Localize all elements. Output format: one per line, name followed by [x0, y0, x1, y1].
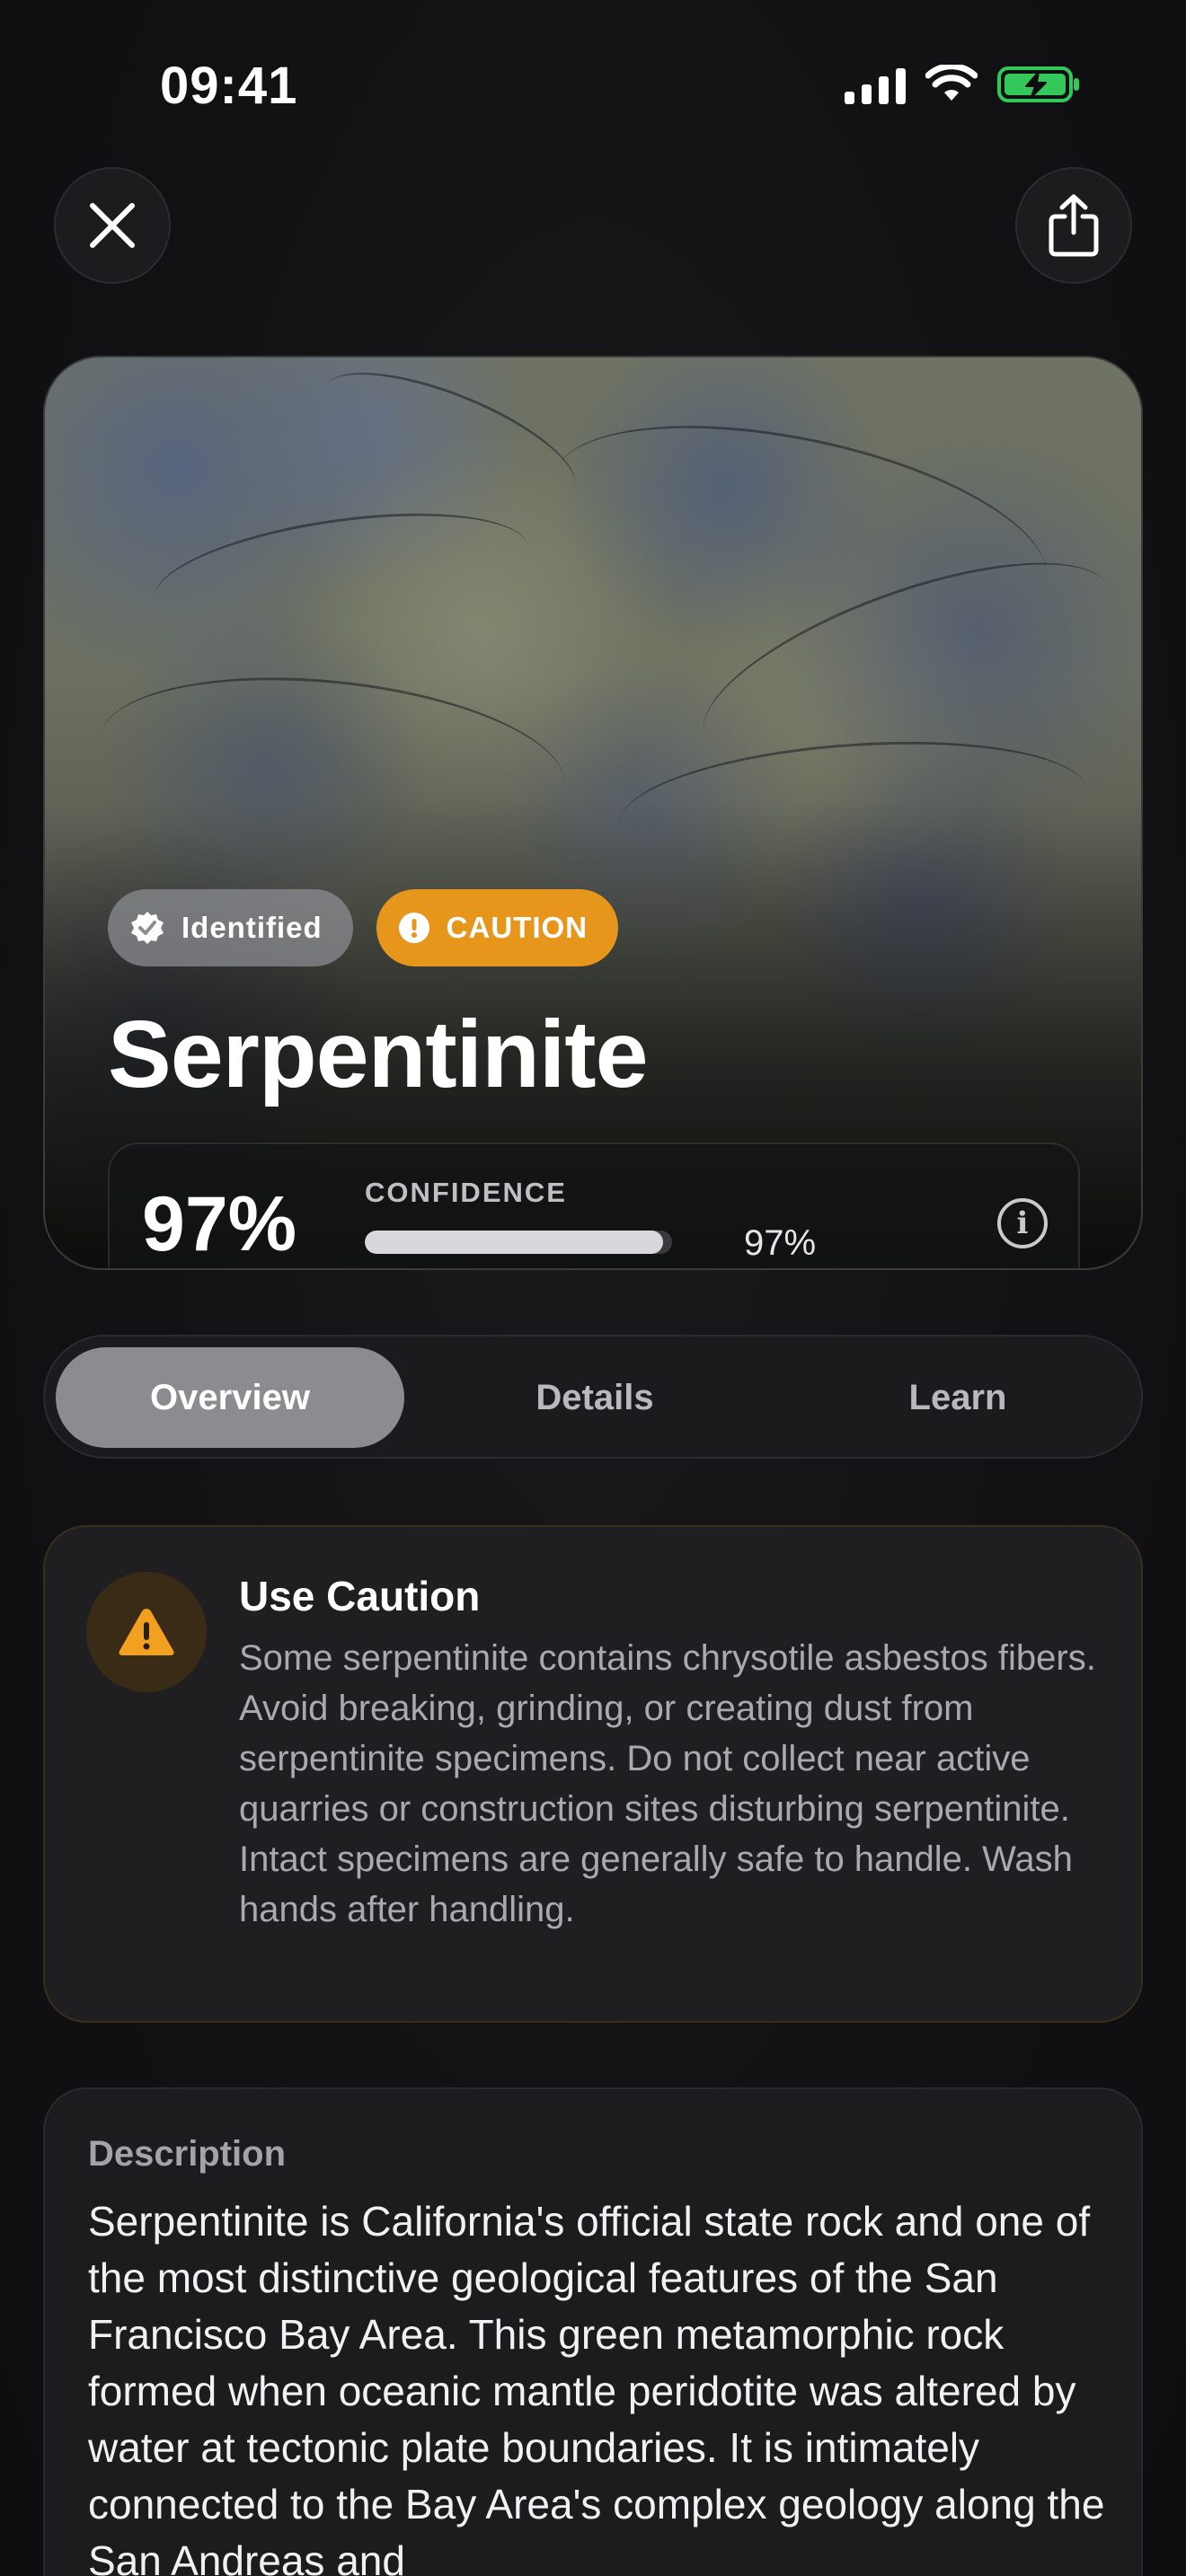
- status-time: 09:41: [160, 57, 298, 115]
- warning-triangle-icon: [119, 1609, 174, 1655]
- close-icon: [90, 203, 135, 248]
- status-bar: 09:41: [0, 0, 1186, 171]
- confidence-bar: [365, 1231, 672, 1254]
- confidence-panel: 97% CONFIDENCE 97% i: [108, 1142, 1080, 1268]
- close-button[interactable]: [54, 167, 171, 284]
- badge-row: Identified CAUTION: [108, 889, 618, 966]
- confidence-percent: 97%: [142, 1181, 297, 1267]
- caution-card: Use Caution Some serpentinite contains c…: [43, 1525, 1143, 2023]
- description-body: Serpentinite is California's official st…: [88, 2198, 1105, 2576]
- wifi-icon: [925, 65, 978, 101]
- cellular-signal-icon: [845, 65, 906, 104]
- share-button[interactable]: [1015, 167, 1132, 284]
- identified-badge-label: Identified: [181, 911, 323, 944]
- tab-overview[interactable]: Overview: [56, 1347, 404, 1448]
- verified-check-icon: [131, 912, 164, 944]
- identified-badge: Identified: [108, 889, 353, 966]
- info-icon[interactable]: i: [997, 1198, 1048, 1248]
- caution-badge-label: CAUTION: [446, 911, 588, 944]
- description-card: Description Serpentinite is California's…: [43, 2087, 1143, 2576]
- tab-learn[interactable]: Learn: [783, 1347, 1132, 1448]
- caution-title: Use Caution: [239, 1573, 481, 1619]
- confidence-label: CONFIDENCE: [365, 1177, 567, 1208]
- share-icon: [1049, 194, 1099, 257]
- tab-details[interactable]: Details: [420, 1347, 769, 1448]
- description-label: Description: [88, 2134, 287, 2174]
- caution-badge: CAUTION: [376, 889, 618, 966]
- specimen-hero-card: Identified CAUTION Serpentinite 97% CONF…: [43, 356, 1143, 1270]
- confidence-bar-value: 97%: [744, 1223, 817, 1263]
- exclamation-icon: [398, 913, 429, 943]
- confidence-bar-fill: [365, 1231, 663, 1254]
- caution-icon-container: [86, 1572, 207, 1692]
- battery-charging-icon: [997, 66, 1079, 102]
- specimen-title: Serpentinite: [108, 1001, 649, 1107]
- caution-body: Some serpentinite contains chrysotile as…: [239, 1638, 1096, 1929]
- status-icons: [845, 65, 1080, 104]
- segmented-tabs: Overview Details Learn: [43, 1335, 1143, 1459]
- rock-detail-screen: 09:41 Identified CAUTION Serpentinite 97…: [0, 0, 1186, 2576]
